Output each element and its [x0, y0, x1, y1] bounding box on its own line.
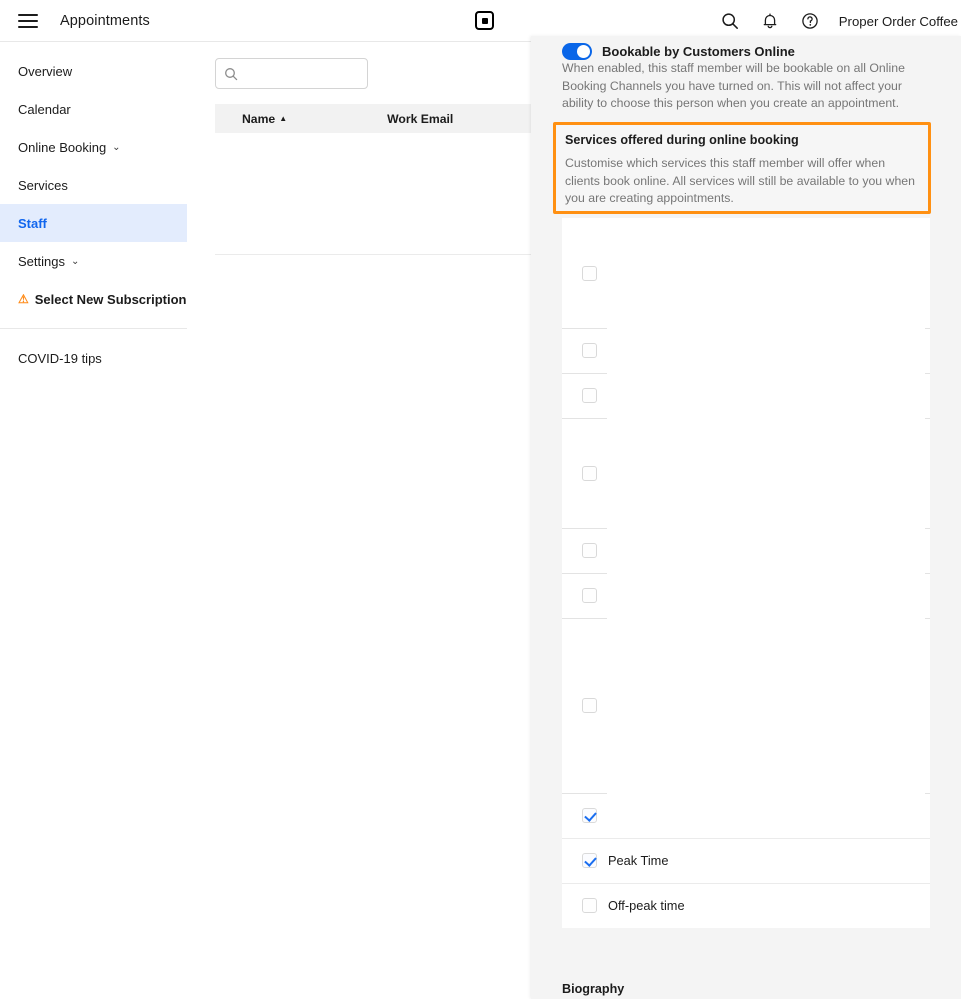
- bookable-toggle-label: Bookable by Customers Online: [602, 44, 795, 59]
- service-label: Off-peak time: [608, 898, 685, 913]
- sidebar-divider: [0, 328, 187, 329]
- app-root: Appointments Proper Order Coffee Overvie…: [0, 0, 961, 999]
- warning-triangle-icon: ⚠: [18, 292, 29, 306]
- service-checkbox[interactable]: [582, 808, 597, 823]
- service-row[interactable]: [562, 573, 930, 618]
- service-row-divider-right: [925, 573, 930, 574]
- chevron-down-icon: ⌄: [70, 255, 80, 267]
- square-logo: [475, 11, 494, 30]
- service-checkbox[interactable]: [582, 698, 597, 713]
- sidebar-item-label: Staff: [18, 215, 47, 231]
- services-highlight-box: Services offered during online booking C…: [553, 122, 931, 214]
- service-checkbox[interactable]: [582, 388, 597, 403]
- service-row-divider: [562, 328, 607, 329]
- search-icon: [224, 67, 238, 81]
- service-row[interactable]: [562, 373, 930, 418]
- sidebar-item-label: Calendar: [18, 101, 71, 117]
- service-row-divider: [562, 793, 607, 794]
- service-row-divider-right: [925, 618, 930, 619]
- biography-label: Biography: [562, 982, 625, 996]
- staff-table-header: Name ▲ Work Email: [215, 104, 561, 133]
- service-row[interactable]: [562, 218, 930, 328]
- service-row[interactable]: [562, 418, 930, 528]
- service-row-divider: [562, 528, 607, 529]
- services-section-title: Services offered during online booking: [565, 133, 799, 147]
- sidebar-item-label: Services: [18, 177, 68, 193]
- hamburger-icon[interactable]: [18, 13, 38, 28]
- search-icon[interactable]: [719, 10, 741, 32]
- sidebar: Overview Calendar Online Booking ⌄ Servi…: [0, 42, 187, 999]
- service-row-divider: [562, 618, 607, 619]
- service-checkbox[interactable]: [582, 898, 597, 913]
- service-row-divider: [562, 573, 607, 574]
- service-row[interactable]: Peak Time: [562, 838, 930, 883]
- account-name[interactable]: Proper Order Coffee: [839, 14, 958, 29]
- service-row-divider: [562, 373, 607, 374]
- service-checkbox[interactable]: [582, 266, 597, 281]
- staff-detail-panel: Bookable by Customers Online When enable…: [531, 36, 961, 999]
- service-checkbox[interactable]: [582, 543, 597, 558]
- service-row-divider-right: [925, 373, 930, 374]
- bookable-toggle-switch[interactable]: [562, 43, 592, 60]
- column-header-work-email[interactable]: Work Email: [387, 112, 453, 126]
- service-row-divider: [562, 883, 930, 884]
- service-checkbox[interactable]: [582, 343, 597, 358]
- sort-ascending-icon: ▲: [279, 113, 288, 123]
- sidebar-item-online-booking[interactable]: Online Booking ⌄: [0, 128, 187, 166]
- service-checkbox[interactable]: [582, 588, 597, 603]
- service-checkbox[interactable]: [582, 466, 597, 481]
- service-checkbox[interactable]: [582, 853, 597, 868]
- service-row-divider: [562, 838, 930, 839]
- sidebar-item-staff[interactable]: Staff: [0, 204, 187, 242]
- sidebar-item-label: Select New Subscription: [34, 291, 187, 307]
- service-row-divider-right: [925, 328, 930, 329]
- sidebar-item-settings[interactable]: Settings ⌄: [0, 242, 187, 280]
- sidebar-item-select-new-subscription[interactable]: ⚠ Select New Subscription: [0, 280, 187, 318]
- chevron-down-icon: ⌄: [112, 141, 121, 153]
- service-row[interactable]: [562, 618, 930, 793]
- service-row-divider-right: [925, 793, 930, 794]
- service-row[interactable]: [562, 328, 930, 373]
- column-header-name[interactable]: Name ▲: [242, 112, 287, 126]
- page-title: Appointments: [60, 12, 150, 29]
- sidebar-item-label: Online Booking: [18, 139, 107, 155]
- sidebar-item-services[interactable]: Services: [0, 166, 187, 204]
- staff-search-box[interactable]: [215, 58, 368, 89]
- service-row-divider-right: [925, 418, 930, 419]
- service-row[interactable]: [562, 793, 930, 838]
- services-checkbox-list: Peak Time Off-peak time: [562, 218, 930, 928]
- service-row[interactable]: Off-peak time: [562, 883, 930, 928]
- service-row-divider-right: [925, 528, 930, 529]
- sidebar-item-label: COVID-19 tips: [18, 350, 102, 366]
- table-bottom-rule: [215, 254, 561, 255]
- bookable-toggle-row: Bookable by Customers Online: [562, 43, 795, 60]
- bell-icon[interactable]: [759, 10, 781, 32]
- sidebar-item-label: Settings: [18, 253, 65, 269]
- services-section-description: Customise which services this staff memb…: [565, 156, 915, 205]
- help-circle-icon[interactable]: [799, 10, 821, 32]
- search-input[interactable]: [243, 66, 353, 81]
- sidebar-item-label: Overview: [18, 63, 73, 79]
- sidebar-item-covid-tips[interactable]: COVID-19 tips: [0, 339, 187, 377]
- sidebar-item-overview[interactable]: Overview: [0, 52, 187, 90]
- column-header-label: Name: [242, 111, 276, 126]
- sidebar-item-calendar[interactable]: Calendar: [0, 90, 187, 128]
- service-row[interactable]: [562, 528, 930, 573]
- service-row-divider: [562, 418, 607, 419]
- service-label: Peak Time: [608, 853, 669, 868]
- bookable-toggle-description: When enabled, this staff member will be …: [562, 61, 905, 110]
